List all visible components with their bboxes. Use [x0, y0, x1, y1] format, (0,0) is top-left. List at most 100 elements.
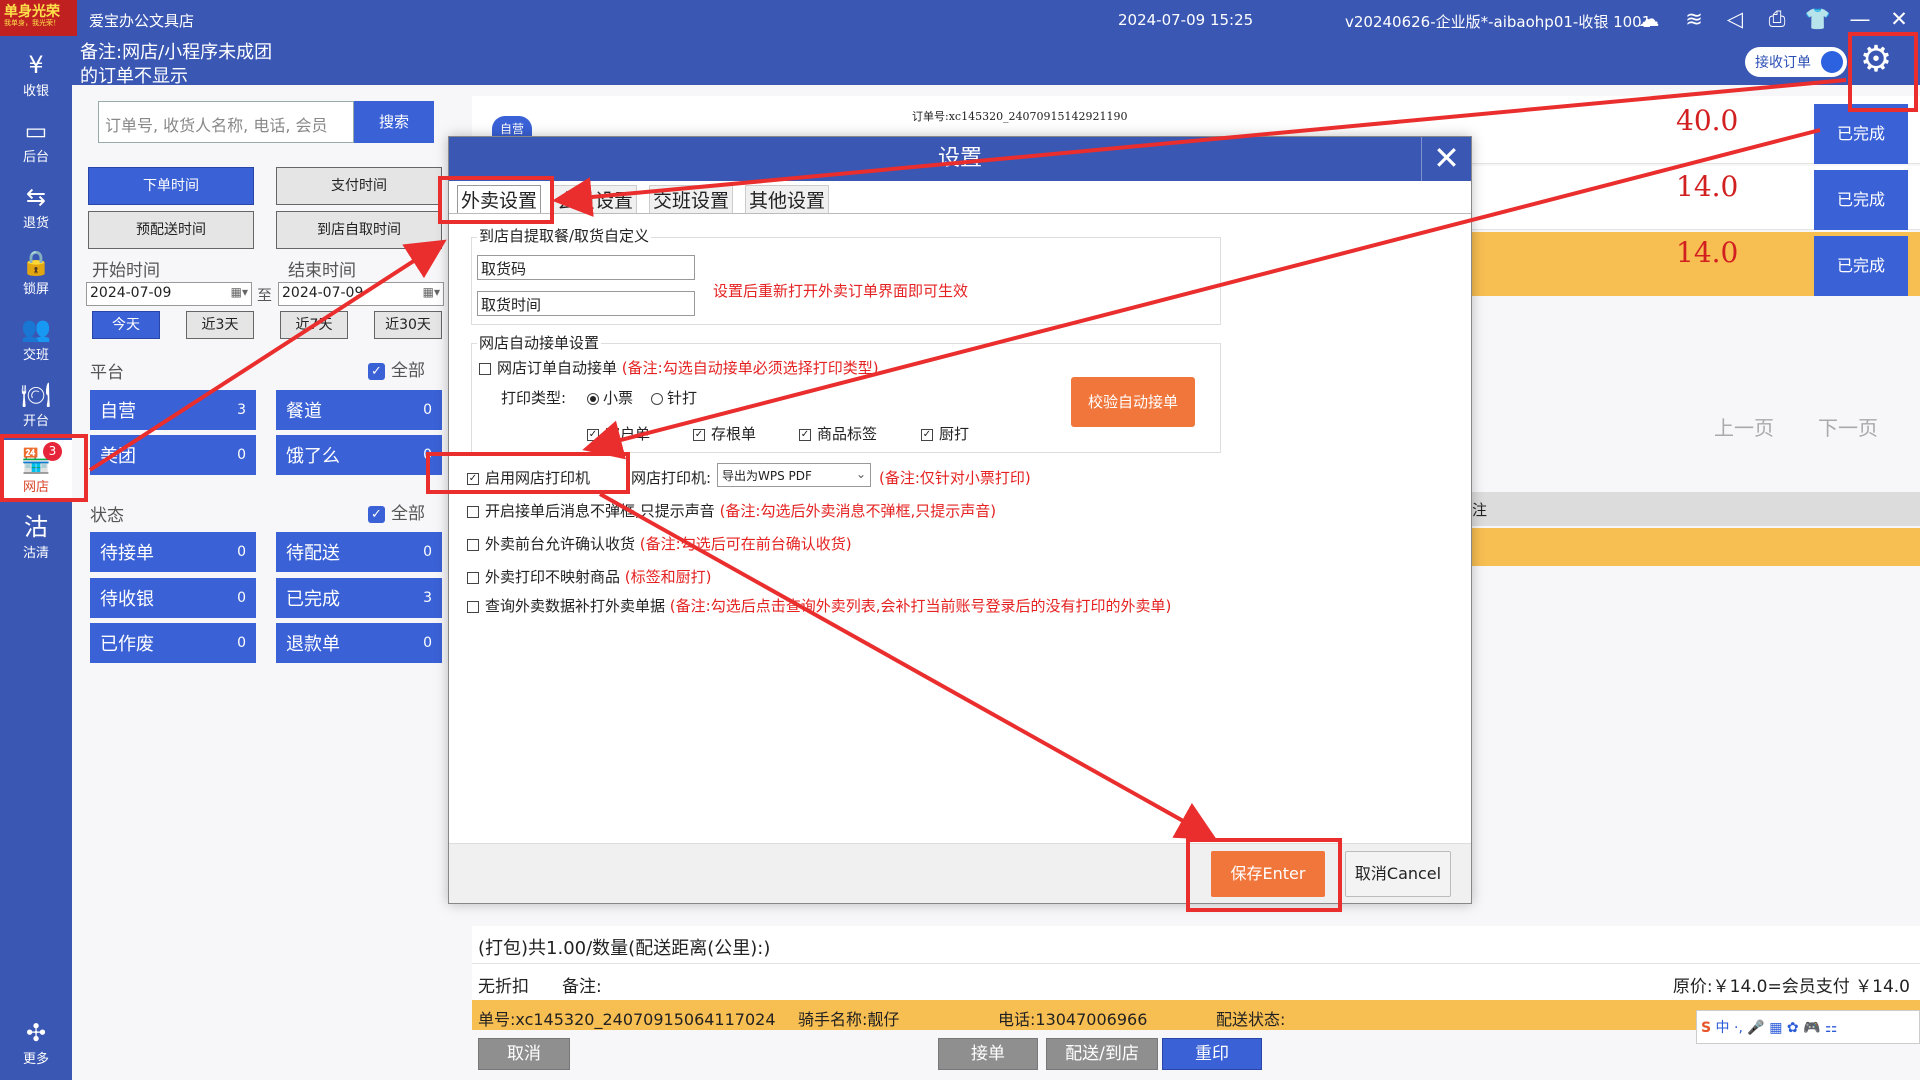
sidebar-item-more[interactable]: ✣ 更多	[0, 1012, 72, 1074]
sidebar-item-sold-out[interactable]: 沽沽清	[0, 506, 72, 568]
platform-tile-meituan[interactable]: 美团 0	[90, 435, 256, 475]
tile-count: 0	[237, 590, 246, 606]
end-date-input[interactable]: 2024-07-09 ▦▾	[278, 282, 444, 306]
delivery-status: 配送状态:	[1216, 1010, 1286, 1029]
sidebar-item-open-table[interactable]: 🍽 开台	[0, 374, 72, 436]
minimize-icon[interactable]: —	[1845, 6, 1875, 32]
print-type-label: 打印类型:	[501, 389, 567, 407]
status-tile-refund[interactable]: 退款单 0	[276, 623, 442, 663]
search-button[interactable]: 搜索	[354, 101, 434, 143]
reprint-missing-checkbox[interactable]: 查询外卖数据补打外卖单据 (备注:勾选后点击查询外卖列表,会补打当前账号登录后的…	[467, 595, 1171, 616]
customer-slip-checkbox[interactable]: ✓ 客户单	[587, 423, 650, 444]
save-button[interactable]: 保存Enter	[1211, 851, 1325, 897]
accept-order-button[interactable]: 接单	[938, 1038, 1038, 1070]
status-tile-pending-accept[interactable]: 待接单 0	[90, 532, 256, 572]
pickup-hint: 设置后重新打开外卖订单界面即可生效	[713, 282, 969, 300]
range-today-button[interactable]: 今天	[92, 311, 160, 339]
tab-member-settings[interactable]: 会员设置	[553, 185, 638, 213]
no-product-mapping-checkbox[interactable]: 外卖打印不映射商品 (标签和厨打)	[467, 566, 712, 587]
pickup-time-button[interactable]: 到店自取时间	[276, 211, 442, 249]
order-time-button[interactable]: 下单时间	[88, 167, 254, 205]
pre-delivery-time-button[interactable]: 预配送时间	[88, 211, 254, 249]
wifi-icon[interactable]: ≋	[1679, 6, 1709, 32]
status-tile-pending-delivery[interactable]: 待配送 0	[276, 532, 442, 572]
cancel-button[interactable]: 取消Cancel	[1345, 851, 1451, 897]
status-tile-pending-cashier[interactable]: 待收银 0	[90, 578, 256, 618]
top-bar: 单身光荣 我单身，我光荣！ 爱宝办公文具店 备注:网店/小程序未成团 的订单不显…	[0, 0, 1920, 87]
auto-accept-label: 网店订单自动接单	[497, 359, 618, 377]
status-tile-voided[interactable]: 已作废 0	[90, 623, 256, 663]
printer-icon[interactable]: ⎙	[1762, 6, 1792, 32]
platform-tile-self[interactable]: 自营 3	[90, 390, 256, 430]
platform-tile-candao[interactable]: 餐道 0	[276, 390, 442, 430]
order-completed-button[interactable]: 已完成	[1814, 104, 1908, 164]
sidebar-item-label: 沽清	[22, 546, 49, 561]
status-all-checkbox[interactable]: ✓ 全部	[368, 499, 425, 524]
dialog-close-icon[interactable]: ✕	[1421, 137, 1471, 181]
deliver-button[interactable]: 配送/到店	[1046, 1038, 1158, 1070]
front-confirm-receipt-checkbox[interactable]: 外卖前台允许确认收货 (备注:勾选后可在前台确认收货)	[467, 533, 852, 554]
tab-shift-settings[interactable]: 交班设置	[649, 185, 734, 213]
calendar-icon[interactable]: ▦▾	[423, 285, 440, 299]
stub-slip-checkbox[interactable]: ✓ 存根单	[693, 423, 756, 444]
prev-page-link[interactable]: 上一页	[1714, 412, 1774, 441]
sidebar-item-cashier[interactable]: ¥ 收银	[0, 44, 72, 106]
silent-notify-checkbox[interactable]: 开启接单后消息不弹框,只提示声音 (备注:勾选后外卖消息不弹框,只提示声音)	[467, 500, 996, 521]
verify-auto-accept-button[interactable]: 校验自动接单	[1071, 377, 1195, 427]
checkbox-box	[467, 538, 479, 551]
range-7days-button[interactable]: 近7天	[280, 311, 348, 339]
ime-mode: 中	[1715, 1020, 1730, 1036]
status-tile-completed[interactable]: 已完成 3	[276, 578, 442, 618]
order-completed-button[interactable]: 已完成	[1814, 236, 1908, 296]
close-icon[interactable]: ✕	[1884, 6, 1914, 32]
product-label-checkbox[interactable]: ✓ 商品标签	[799, 423, 877, 444]
auto-accept-group-label: 网店自动接单设置	[477, 332, 602, 353]
checkbox-label: 外卖打印不映射商品	[485, 568, 621, 586]
toggle-knob	[1821, 51, 1843, 73]
sidebar-item-shift[interactable]: 👥 交班	[0, 308, 72, 370]
calendar-icon[interactable]: ▦▾	[231, 285, 248, 299]
detail-table-header: 注	[1472, 492, 1920, 526]
tile-count: 0	[237, 544, 246, 560]
sidebar-item-backend[interactable]: ▭ 后台	[0, 110, 72, 172]
pay-time-button[interactable]: 支付时间	[276, 167, 442, 205]
detail-table-row[interactable]	[1472, 528, 1920, 566]
platform-all-checkbox[interactable]: ✓ 全部	[368, 356, 425, 381]
cancel-order-button[interactable]: 取消	[478, 1038, 570, 1070]
reprint-button[interactable]: 重印	[1162, 1038, 1262, 1070]
cloud-icon[interactable]: ☁	[1634, 6, 1664, 32]
print-type-receipt-radio[interactable]: 小票	[587, 387, 633, 408]
range-30days-button[interactable]: 近30天	[374, 311, 442, 339]
tile-name: 待收银	[100, 589, 154, 610]
platform-tile-eleme[interactable]: 饿了么 0	[276, 435, 442, 475]
tab-other-settings[interactable]: 其他设置	[745, 185, 830, 213]
ime-toolbar[interactable]: S 中 ·, 🎤 ▦ ✿ 🎮 ⚏	[1696, 1010, 1920, 1044]
pickup-code-input[interactable]: 取货码	[477, 255, 695, 280]
speaker-icon[interactable]: ◁	[1720, 6, 1750, 32]
auto-accept-checkbox[interactable]: 网店订单自动接单 (备注:勾选自动接单必须选择打印类型)	[479, 357, 879, 378]
order-number: 订单号:xc145320_24070915142921190	[912, 110, 1128, 123]
shirt-icon[interactable]: 👕	[1803, 6, 1833, 32]
receive-orders-toggle[interactable]: 接收订单	[1745, 47, 1847, 77]
checkbox-label: 存根单	[711, 425, 757, 443]
sidebar-item-online-store[interactable]: 🏪 网店 3	[0, 440, 72, 502]
settings-gear-icon[interactable]: ⚙	[1852, 40, 1900, 80]
range-3days-button[interactable]: 近3天	[186, 311, 254, 339]
end-date-value: 2024-07-09	[282, 285, 364, 301]
sidebar-item-return[interactable]: ⇆ 退货	[0, 176, 72, 238]
tile-name: 退款单	[286, 634, 340, 655]
tile-name: 餐道	[286, 401, 322, 422]
pack-info: (打包)共1.00/数量(配送距离(公里):)	[478, 938, 771, 959]
enable-store-printer-checkbox[interactable]: ✓ 启用网店打印机	[467, 467, 590, 488]
start-date-input[interactable]: 2024-07-09 ▦▾	[86, 282, 252, 306]
store-printer-select[interactable]: 导出为WPS PDF ⌄	[717, 463, 871, 487]
next-page-link[interactable]: 下一页	[1818, 412, 1878, 441]
sidebar-item-lock[interactable]: 🔒 锁屏	[0, 242, 72, 304]
search-input[interactable]: 订单号, 收货人名称, 电话, 会员	[98, 101, 354, 143]
order-completed-button[interactable]: 已完成	[1814, 170, 1908, 230]
kitchen-print-checkbox[interactable]: ✓ 厨打	[921, 423, 969, 444]
print-type-dot-matrix-radio[interactable]: 针打	[651, 387, 697, 408]
pickup-time-input[interactable]: 取货时间	[477, 291, 695, 316]
tile-count: 0	[423, 635, 432, 651]
tab-takeout-settings[interactable]: 外卖设置	[457, 185, 542, 213]
